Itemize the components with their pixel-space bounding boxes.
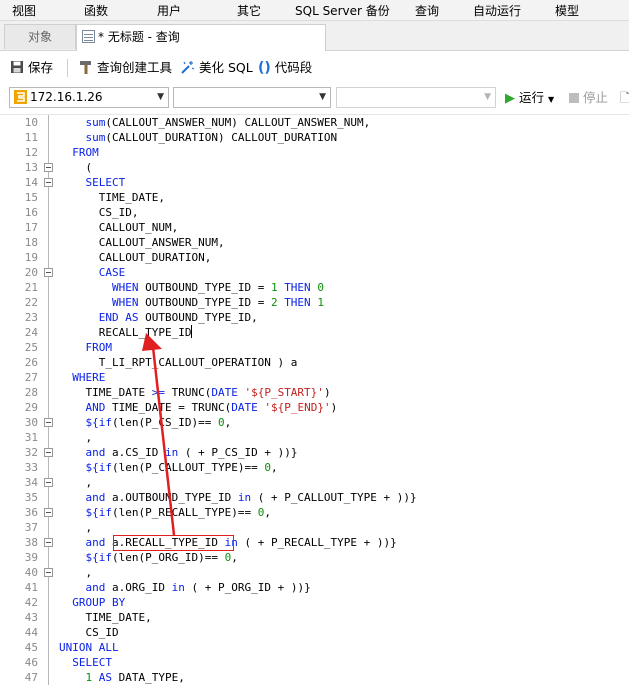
chevron-down-icon: ▼ [319,92,326,102]
query-builder-button[interactable]: 查询创建工具 [79,59,172,77]
toolbar-divider [67,59,68,77]
annotation-highlight-box [113,535,234,551]
tab-strip: 对象 * 无标题 - 查询 [0,21,629,51]
run-label: 运行 [518,90,544,105]
schema-select[interactable]: ▼ [336,87,496,108]
menu-bar: 视图 函数 用户 其它 SQL Server 备份 查询 自动运行 模型 [0,0,629,21]
menu-query[interactable]: 查询 [415,2,439,19]
connection-icon [14,90,27,104]
code-snippet-button[interactable]: () 代码段 [258,59,312,77]
menu-automation[interactable]: 自动运行 [473,2,521,19]
magic-wand-icon [181,61,195,74]
stop-icon [569,93,579,103]
query-toolbar: 保存 查询创建工具 美化 SQL () 代码段 [0,51,629,83]
menu-view[interactable]: 视图 [12,2,36,19]
database-select[interactable]: ▼ [173,87,331,108]
explain-icon[interactable]: 🗋 [620,89,629,107]
save-icon [11,61,23,73]
connection-value: 172.16.1.26 [30,90,103,104]
query-table-icon [82,30,95,43]
connection-select[interactable]: 172.16.1.26 ▼ [9,87,169,108]
menu-model[interactable]: 模型 [555,2,579,19]
annotation-arrow [142,333,176,536]
beautify-sql-button[interactable]: 美化 SQL [180,59,253,77]
run-dropdown-icon: ▼ [547,95,555,104]
menu-user[interactable]: 用户 [157,2,181,19]
tab-objects[interactable]: 对象 [4,24,76,49]
code-snippet-label: 代码段 [274,60,313,75]
stop-label: 停止 [582,90,608,105]
query-builder-label: 查询创建工具 [96,60,172,75]
beautify-sql-label: 美化 SQL [198,60,253,75]
tab-untitled-query[interactable]: * 无标题 - 查询 [76,24,326,51]
chevron-down-icon: ▼ [484,92,491,102]
stop-button[interactable]: 停止 [569,89,608,107]
run-button[interactable]: ▶ 运行 ▼ [505,89,554,107]
code-snippet-icon: () [258,60,271,76]
chevron-down-icon: ▼ [157,92,164,102]
menu-function[interactable]: 函数 [84,2,108,19]
sql-editor[interactable]: 10 sum(CALLOUT_ANSWER_NUM) CALLOUT_ANSWE… [0,114,629,690]
play-icon: ▶ [505,91,515,106]
connection-bar: 172.16.1.26 ▼ ▼ ▼ ▶ 运行 ▼ 停止 🗋 [0,84,629,112]
menu-other[interactable]: 其它 [237,2,261,19]
tab-query-label: * 无标题 - 查询 [98,30,180,44]
tab-objects-label: 对象 [27,30,52,44]
save-label: 保存 [27,60,53,75]
menu-sqlserver-backup[interactable]: SQL Server 备份 [295,2,390,19]
hammer-icon [80,61,91,74]
save-button[interactable]: 保存 [10,59,53,77]
